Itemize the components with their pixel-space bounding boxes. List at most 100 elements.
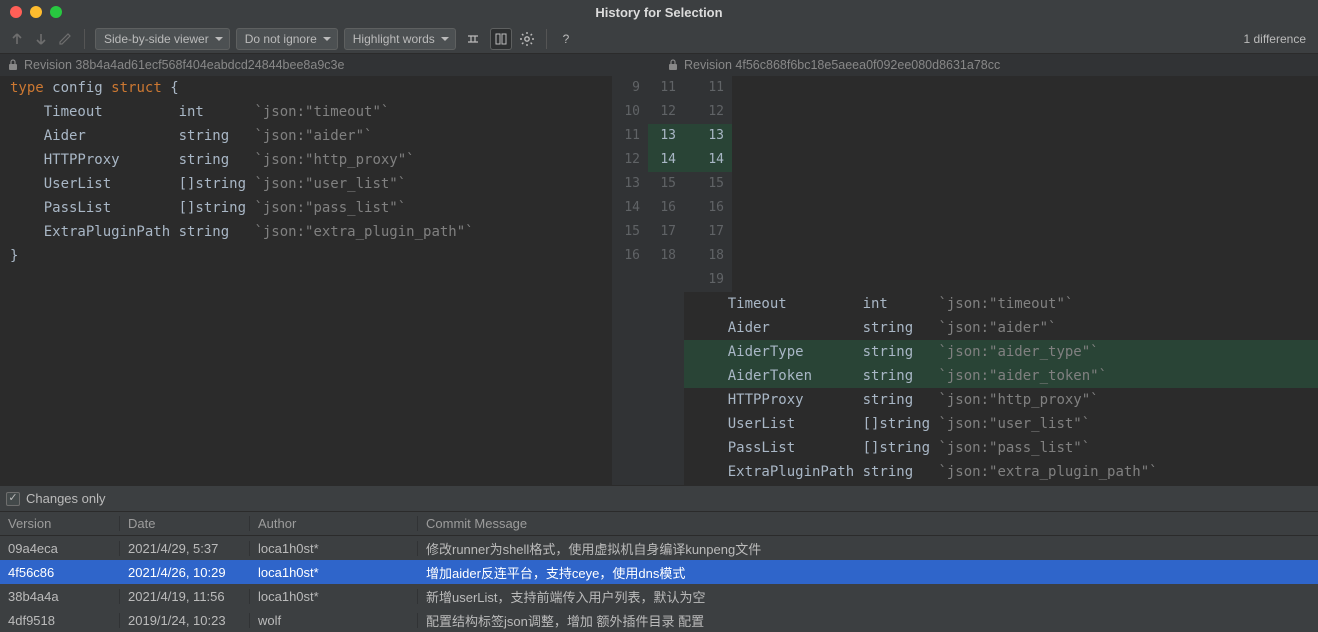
viewer-mode-combo[interactable]: Side-by-side viewer [95,28,230,50]
sync-scroll-toggle[interactable] [490,28,512,50]
ignore-mode-label: Do not ignore [245,32,317,46]
code-line: AiderType string `json:"aider_type"` [684,340,1318,364]
line-number: 14 [684,148,732,172]
right-revision-header: Revision 4f56c868f6bc18e5aeea0f092ee080d… [660,54,1318,76]
cell-message: 新增userList，支持前端传入用户列表，默认为空 [418,587,1318,606]
titlebar: History for Selection [0,0,1318,24]
edit-icon[interactable] [56,30,74,48]
col-author[interactable]: Author [250,516,418,531]
history-header: Version Date Author Commit Message [0,512,1318,536]
line-number: 16 [612,244,648,268]
cell-author: loca1h0st* [250,565,418,580]
line-number: 16 [684,196,732,220]
line-number: 15 [684,172,732,196]
revision-bar: Revision 38b4a4ad61ecf568f404eabdcd24844… [0,54,1318,76]
cell-author: loca1h0st* [250,589,418,604]
line-number: 9 [612,76,648,100]
left-code-pane[interactable]: type config struct { Timeout int `json:"… [0,76,612,485]
code-line: PassList []string `json:"pass_list"` [684,436,1318,460]
code-line: UserList []string `json:"user_list"` [0,172,612,196]
changes-only-checkbox[interactable]: ✓ [6,492,20,506]
history-row[interactable]: 09a4eca2021/4/29, 5:37loca1h0st*修改runner… [0,536,1318,560]
close-window-button[interactable] [10,6,22,18]
next-change-icon[interactable] [32,30,50,48]
history-row[interactable]: 38b4a4a2021/4/19, 11:56loca1h0st*新增userL… [0,584,1318,608]
highlight-mode-combo[interactable]: Highlight words [344,28,456,50]
right-revision-label: Revision 4f56c868f6bc18e5aeea0f092ee080d… [684,58,1000,72]
history-toolbar: ✓ Changes only [0,486,1318,512]
line-number: 17 [684,220,732,244]
cell-message: 修改runner为shell格式，使用虚拟机自身编译kunpeng文件 [418,539,1318,558]
cell-version: 09a4eca [0,541,120,556]
cell-date: 2021/4/26, 10:29 [120,565,250,580]
line-number: 13 [612,172,648,196]
window-title: History for Selection [0,5,1318,20]
left-revision-header: Revision 38b4a4ad61ecf568f404eabdcd24844… [0,54,660,76]
code-line: UserList []string `json:"user_list"` [684,412,1318,436]
code-line: PassList []string `json:"pass_list"` [0,196,612,220]
viewer-mode-label: Side-by-side viewer [104,32,209,46]
toolbar-separator [84,29,85,49]
cell-message: 增加aider反连平台，支持ceye，使用dns模式 [418,563,1318,582]
line-number: 15 [648,172,684,196]
code-line: ExtraPluginPath string `json:"extra_plug… [684,460,1318,484]
ignore-mode-combo[interactable]: Do not ignore [236,28,338,50]
minimize-window-button[interactable] [30,6,42,18]
code-line: Timeout int `json:"timeout"` [684,292,1318,316]
code-line: Aider string `json:"aider"` [684,316,1318,340]
line-number: 18 [648,244,684,268]
line-number: 10 [612,100,648,124]
code-line: Aider string `json:"aider"` [0,124,612,148]
history-row[interactable]: 4f56c862021/4/26, 10:29loca1h0st*增加aider… [0,560,1318,584]
history-panel: ✓ Changes only Version Date Author Commi… [0,485,1318,632]
toolbar-separator [546,29,547,49]
line-number: 17 [648,220,684,244]
code-line: HTTPProxy string `json:"http_proxy"` [0,148,612,172]
line-number: 14 [612,196,648,220]
line-number: 11 [648,76,684,100]
code-line: HTTPProxy string `json:"http_proxy"` [684,388,1318,412]
col-version[interactable]: Version [0,516,120,531]
code-line: ExtraPluginPath string `json:"extra_plug… [0,220,612,244]
line-number: 11 [684,76,732,100]
diff-area: type config struct { Timeout int `json:"… [0,76,1318,485]
changes-only-label: Changes only [26,491,106,506]
cell-author: loca1h0st* [250,541,418,556]
line-number: 16 [648,196,684,220]
line-number: 13 [648,124,684,148]
code-line: AiderToken string `json:"aider_token"` [684,364,1318,388]
line-number: 11 [612,124,648,148]
cell-author: wolf [250,613,418,628]
prev-change-icon[interactable] [8,30,26,48]
cell-message: 配置结构标签json调整，增加 额外插件目录 配置 [418,611,1318,630]
col-message[interactable]: Commit Message [418,516,1318,531]
collapse-unchanged-toggle[interactable] [462,28,484,50]
svg-text:?: ? [562,32,569,46]
left-revision-label: Revision 38b4a4ad61ecf568f404eabdcd24844… [24,58,344,72]
code-line: type config struct { [0,76,612,100]
right-code-pane[interactable]: 111213141516171819 Timeout int `json:"ti… [684,76,1318,485]
lock-icon [8,59,18,71]
line-number: 18 [684,244,732,268]
line-number: 12 [612,148,648,172]
cell-date: 2021/4/19, 11:56 [120,589,250,604]
code-line: Timeout int `json:"timeout"` [0,100,612,124]
cell-version: 4f56c86 [0,565,120,580]
difference-count: 1 difference [1244,32,1311,46]
diff-toolbar: Side-by-side viewer Do not ignore Highli… [0,24,1318,54]
code-line: } [0,244,612,268]
maximize-window-button[interactable] [50,6,62,18]
highlight-mode-label: Highlight words [353,32,435,46]
history-row[interactable]: 4df95182019/1/24, 10:23wolf配置结构标签json调整，… [0,608,1318,632]
cell-date: 2019/1/24, 10:23 [120,613,250,628]
cell-version: 4df9518 [0,613,120,628]
help-icon[interactable]: ? [557,30,575,48]
window-controls [0,6,62,18]
line-number: 14 [648,148,684,172]
lock-icon [668,59,678,71]
gear-icon[interactable] [518,30,536,48]
line-number: 15 [612,220,648,244]
col-date[interactable]: Date [120,516,250,531]
cell-version: 38b4a4a [0,589,120,604]
line-number: 19 [684,268,732,292]
